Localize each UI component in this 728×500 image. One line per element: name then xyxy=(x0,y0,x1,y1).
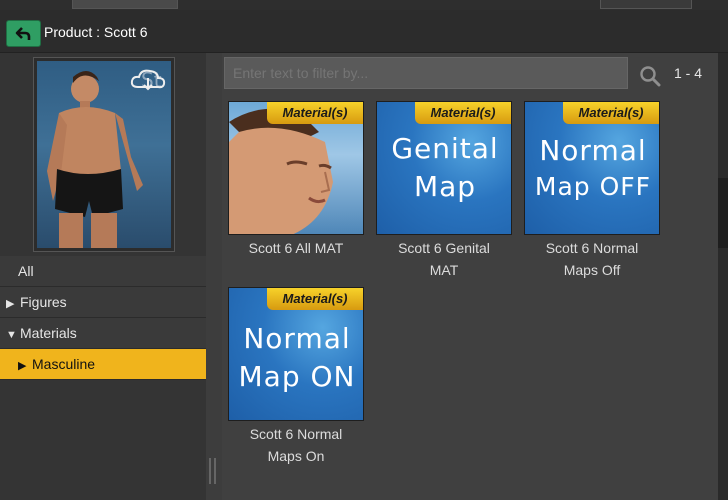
content-card-genital-mat[interactable]: Genital Map Material(s) Scott 6 Genital … xyxy=(376,101,512,283)
product-header: Product : Scott 6 xyxy=(0,10,728,53)
tree-item-label: Figures xyxy=(20,294,67,310)
card-caption-line: Scott 6 Normal xyxy=(545,240,639,256)
tree-item-figures[interactable]: ▶ Figures xyxy=(0,287,206,318)
category-tree: All ▶ Figures ▼ Materials ▶ Masculine xyxy=(0,256,206,380)
content-card-all-mat[interactable]: Material(s) Scott 6 All MAT xyxy=(228,101,364,283)
material-badge: Material(s) xyxy=(267,102,363,124)
tile-text: Normal xyxy=(243,322,351,355)
card-caption-line: Scott 6 Genital xyxy=(398,240,490,256)
card-caption-line: Maps Off xyxy=(563,262,621,278)
splitter-grip[interactable] xyxy=(209,458,216,484)
result-range: 1 - 4 xyxy=(674,65,703,81)
pane-tab[interactable] xyxy=(72,0,178,9)
card-caption-line: Maps On xyxy=(267,448,325,464)
expand-triangle-icon[interactable]: ▶ xyxy=(18,351,32,381)
left-pane: St All ▶ Figures ▼ Materials ▶ Masculine xyxy=(0,53,206,500)
vertical-scrollbar[interactable] xyxy=(718,53,728,500)
tree-item-label: Materials xyxy=(20,325,77,341)
card-caption: Scott 6 All MAT xyxy=(228,237,364,259)
tile-text: Genital xyxy=(391,132,499,165)
card-thumbnail: Genital Map Material(s) xyxy=(376,101,512,235)
content-pane: 1 - 4 Material(s) Scott 6 All MAT Genita… xyxy=(222,53,728,500)
tree-item-masculine[interactable]: ▶ Masculine xyxy=(0,349,206,380)
scrollbar-thumb[interactable] xyxy=(718,178,728,248)
card-caption-line: Scott 6 Normal xyxy=(249,426,343,442)
collapse-triangle-icon[interactable]: ▼ xyxy=(6,320,20,350)
cloud-download-icon xyxy=(130,69,166,91)
card-caption: Scott 6 Genital MAT xyxy=(376,237,512,281)
product-preview: St xyxy=(33,57,175,252)
material-badge: Material(s) xyxy=(267,288,363,310)
card-caption-line: Scott 6 All MAT xyxy=(248,240,344,256)
tile-text: Map ON xyxy=(238,360,356,393)
card-thumbnail: Material(s) xyxy=(228,101,364,235)
tile-text: Normal xyxy=(539,134,647,167)
tree-item-label: Masculine xyxy=(32,356,96,372)
material-badge: Material(s) xyxy=(563,102,659,124)
expand-triangle-icon[interactable]: ▶ xyxy=(6,289,20,319)
breadcrumb: Product : Scott 6 xyxy=(44,24,148,40)
back-arrow-icon xyxy=(15,26,30,40)
product-image: St xyxy=(37,61,171,248)
search-icon[interactable] xyxy=(639,65,661,87)
back-button[interactable] xyxy=(6,20,41,47)
tile-text: Map xyxy=(413,170,477,203)
card-caption: Scott 6 Normal Maps Off xyxy=(524,237,660,281)
card-caption-line: MAT xyxy=(429,262,459,278)
card-thumbnail: Normal Map ON Material(s) xyxy=(228,287,364,421)
tree-item-label: All xyxy=(18,263,34,279)
pane-tab-right[interactable] xyxy=(600,0,692,9)
tile-text: Map OFF xyxy=(534,172,652,201)
pane-splitter[interactable] xyxy=(206,53,222,500)
top-tab-strip xyxy=(0,0,728,10)
tree-item-all[interactable]: All xyxy=(0,256,206,287)
tree-item-materials[interactable]: ▼ Materials xyxy=(0,318,206,349)
card-thumbnail: Normal Map OFF Material(s) xyxy=(524,101,660,235)
card-caption: Scott 6 Normal Maps On xyxy=(228,423,364,467)
material-badge: Material(s) xyxy=(415,102,511,124)
filter-input[interactable] xyxy=(224,57,628,89)
content-card-normal-maps-off[interactable]: Normal Map OFF Material(s) Scott 6 Norma… xyxy=(524,101,660,283)
content-card-normal-maps-on[interactable]: Normal Map ON Material(s) Scott 6 Normal… xyxy=(228,287,364,469)
